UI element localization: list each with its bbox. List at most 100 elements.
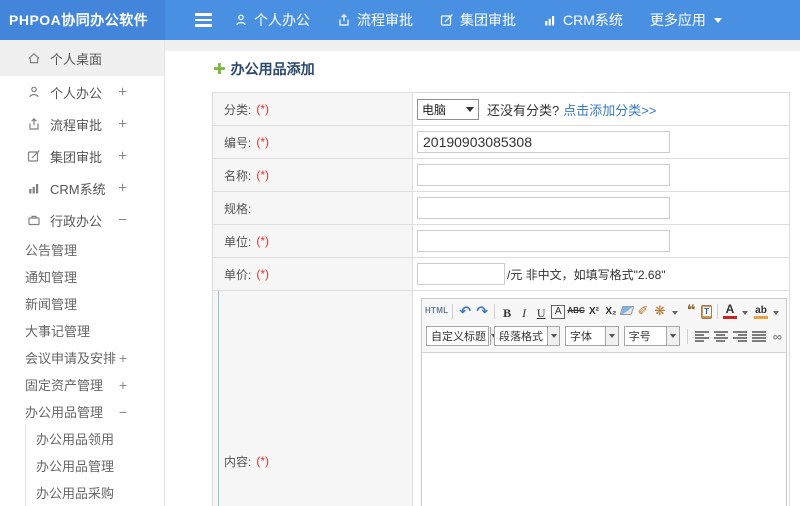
nav-item-label: 流程审批	[357, 12, 413, 28]
justify-icon[interactable]	[751, 330, 766, 342]
blockquote-button[interactable]: ❝	[684, 303, 698, 321]
sidebar-item-personal-desktop[interactable]: 个人桌面	[0, 40, 164, 76]
quick-format-button[interactable]: ✐	[636, 303, 650, 321]
sidebar-item-crm-system[interactable]: CRM系统 +	[0, 172, 164, 204]
code-field-cell	[413, 126, 789, 158]
undo-button[interactable]: ↶	[458, 303, 472, 321]
sidebar-item-office-supplies-mgmt[interactable]: 办公用品管理 −	[0, 398, 164, 425]
upload-icon	[337, 13, 351, 27]
briefcase-icon	[27, 213, 41, 227]
sidebar-item-label: 行政办公	[50, 213, 103, 229]
format-painter-button[interactable]: ❋	[653, 303, 681, 321]
sidebar-item-group-approval[interactable]: 集团审批 +	[0, 140, 164, 172]
price-input[interactable]	[417, 263, 505, 285]
redo-button[interactable]: ↷	[475, 303, 489, 321]
sidebar-item-label: CRM系统	[50, 181, 106, 197]
add-category-link[interactable]: 点击添加分类>>	[563, 100, 656, 119]
expand-icon[interactable]: +	[118, 116, 127, 133]
heading-select-value: 自定义标题	[431, 331, 486, 343]
expand-icon[interactable]: +	[118, 84, 127, 101]
page: PHPOA协同办公软件 个人办公 流程审批 集团审批 CRM系统 更多应用 个人…	[0, 0, 800, 506]
italic-button[interactable]: I	[517, 303, 531, 321]
code-input[interactable]	[417, 131, 670, 153]
strikethrough-button[interactable]: ABC	[567, 303, 584, 321]
required-mark: (*)	[256, 267, 270, 281]
caret-down-icon[interactable]	[604, 327, 618, 345]
remove-format-button[interactable]	[619, 305, 635, 315]
paragraph-format-select[interactable]: 段落格式	[494, 326, 560, 346]
name-input[interactable]	[417, 164, 670, 186]
category-select[interactable]: 电脑	[417, 98, 479, 120]
superscript-button[interactable]: X²	[587, 303, 601, 321]
header-logo[interactable]: PHPOA协同办公软件	[0, 0, 165, 40]
name-field-cell	[413, 159, 789, 191]
sidebar-item-news-mgmt[interactable]: 新闻管理	[0, 290, 164, 317]
sidebar-item-label: 办公用品采购	[36, 486, 115, 501]
collapse-icon[interactable]: −	[118, 212, 127, 229]
sidebar-item-label: 个人办公	[50, 85, 103, 101]
caret-down-icon[interactable]	[547, 327, 559, 345]
sidebar: 个人桌面 个人办公 + 流程审批 + 集团审批 + CRM系统 + 行政办公 −…	[0, 40, 165, 506]
font-family-select[interactable]: 字体	[565, 326, 619, 346]
expand-icon[interactable]: +	[118, 180, 127, 197]
align-left-icon[interactable]	[694, 330, 709, 342]
caret-down-icon[interactable]	[665, 327, 679, 345]
font-color-button[interactable]: A	[722, 303, 751, 321]
add-icon: ✚	[213, 60, 226, 78]
expand-icon[interactable]: +	[119, 377, 127, 393]
font-size-select[interactable]: 字号	[623, 326, 680, 346]
paste-as-text-button[interactable]: T	[700, 304, 713, 319]
spec-input[interactable]	[417, 197, 670, 219]
nav-item-workflow-approval[interactable]: 流程审批	[337, 10, 413, 30]
nav-item-more-apps[interactable]: 更多应用	[650, 10, 722, 30]
nav-item-crm[interactable]: CRM系统	[543, 10, 623, 30]
menu-icon[interactable]	[195, 13, 212, 27]
highlight-color-button[interactable]: ab	[753, 303, 782, 321]
category-select-value: 电脑	[422, 102, 447, 117]
home-icon	[27, 51, 41, 65]
sidebar-item-fixed-assets-mgmt[interactable]: 固定资产管理 +	[0, 371, 164, 398]
bold-button[interactable]: B	[500, 303, 514, 321]
main-content: ✚ 办公用品添加 分类: (*) 电脑 还没有分类? 点击添加分类>> 编号: …	[165, 40, 800, 506]
sidebar-item-label: 大事记管理	[25, 324, 91, 339]
align-center-icon[interactable]	[713, 330, 728, 342]
sidebar-item-personal-office[interactable]: 个人办公 +	[0, 76, 164, 108]
nav-item-label: 集团审批	[460, 12, 516, 28]
sidebar-item-admin-office[interactable]: 行政办公 −	[0, 204, 164, 236]
unit-input[interactable]	[417, 230, 670, 252]
sidebar-item-workflow-approval[interactable]: 流程审批 +	[0, 108, 164, 140]
paste-icon: T	[702, 307, 711, 316]
sidebar-item-notice-mgmt[interactable]: 通知管理	[0, 263, 164, 290]
editor-content-area[interactable]	[422, 353, 786, 506]
category-field-cell: 电脑 还没有分类? 点击添加分类>>	[413, 93, 789, 125]
nav-item-group-approval[interactable]: 集团审批	[440, 10, 516, 30]
required-mark: (*)	[256, 454, 270, 468]
unit-row: 单位: (*)	[213, 225, 789, 258]
heading-select[interactable]: 自定义标题	[426, 326, 497, 346]
expand-icon[interactable]: +	[119, 350, 127, 366]
sidebar-item-events-mgmt[interactable]: 大事记管理	[0, 317, 164, 344]
nav-item-personal-office[interactable]: 个人办公	[234, 10, 310, 30]
nav-item-label: 更多应用	[649, 12, 706, 28]
collapse-icon[interactable]: −	[119, 404, 127, 420]
sidebar-item-announcement-mgmt[interactable]: 公告管理	[0, 236, 164, 263]
html-source-button[interactable]: HTML	[425, 303, 448, 321]
caret-down-icon	[713, 17, 722, 23]
font-size-value: 字号	[628, 331, 651, 343]
expand-icon[interactable]: +	[118, 148, 127, 165]
underline-button[interactable]: U	[534, 303, 548, 321]
spec-label-cell: 规格:	[213, 192, 413, 224]
link-icon[interactable]: ∞	[773, 329, 782, 344]
page-title-row: ✚ 办公用品添加	[213, 59, 800, 79]
toolbar-separator	[494, 304, 496, 319]
subscript-button[interactable]: X₂	[604, 303, 618, 321]
caret-down-icon	[466, 106, 474, 112]
sidebar-item-label: 会议申请及安排	[25, 351, 117, 366]
align-right-icon[interactable]	[732, 330, 747, 342]
top-strip	[165, 40, 800, 51]
text-style-button[interactable]: A	[551, 304, 566, 319]
category-row: 分类: (*) 电脑 还没有分类? 点击添加分类>>	[213, 93, 789, 126]
caret-down-icon	[667, 303, 681, 321]
sidebar-item-meeting-mgmt[interactable]: 会议申请及安排 +	[0, 344, 164, 371]
content-label-cell: 内容: (*)	[213, 291, 413, 506]
